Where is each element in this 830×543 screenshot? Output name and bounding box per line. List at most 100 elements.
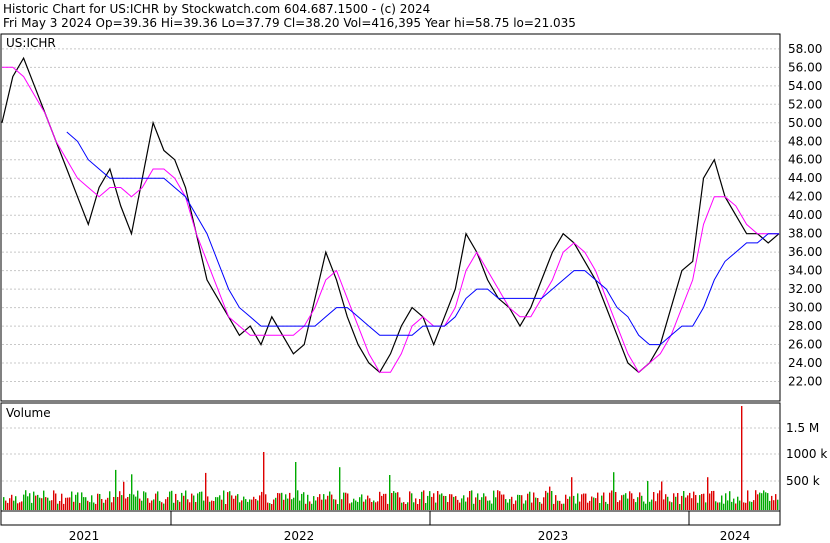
volume-bar bbox=[113, 497, 115, 510]
volume-bar bbox=[167, 497, 169, 510]
volume-bar bbox=[163, 503, 165, 510]
volume-bar bbox=[215, 497, 217, 510]
volume-bar bbox=[771, 495, 773, 510]
volume-bar bbox=[175, 493, 177, 510]
volume-bar bbox=[379, 491, 381, 510]
volume-bar bbox=[765, 492, 767, 510]
volume-bar bbox=[611, 490, 613, 510]
volume-bar bbox=[103, 502, 105, 510]
volume-bar bbox=[565, 494, 567, 510]
volume-tick-label: 1.5 M bbox=[786, 421, 819, 435]
date-axis-strip bbox=[0, 510, 781, 526]
price-panel bbox=[0, 33, 781, 402]
volume-bar bbox=[313, 496, 315, 510]
volume-bar bbox=[119, 491, 121, 510]
volume-bar bbox=[95, 503, 97, 510]
volume-bar bbox=[129, 493, 131, 510]
volume-bar bbox=[525, 500, 527, 510]
volume-bar bbox=[201, 491, 203, 510]
chart-canvas: 58.00 56.00 54.00 52.00 50.00 48.00 46.00 44.00… bbox=[0, 33, 827, 543]
volume-bar bbox=[263, 452, 265, 510]
volume-bar bbox=[597, 492, 599, 510]
volume-bar bbox=[469, 491, 471, 510]
volume-bar bbox=[53, 490, 55, 510]
volume-bar bbox=[605, 501, 607, 510]
volume-bar bbox=[717, 502, 719, 510]
volume-bar bbox=[545, 490, 547, 510]
volume-bar bbox=[231, 495, 233, 510]
volume-bar bbox=[553, 503, 555, 510]
volume-bar bbox=[507, 502, 509, 510]
volume-bar bbox=[653, 492, 655, 510]
volume-bar bbox=[413, 502, 415, 510]
volume-bar bbox=[639, 492, 641, 510]
y-tick-label: 38.00 bbox=[788, 227, 822, 241]
volume-bar bbox=[99, 494, 101, 510]
volume-bar bbox=[679, 504, 681, 510]
volume-bar bbox=[447, 502, 449, 510]
volume-bar bbox=[179, 501, 181, 510]
volume-bar bbox=[441, 493, 443, 510]
volume-bar bbox=[121, 495, 123, 510]
volume-y-axis: 1.5 M 1000 k 500 k bbox=[786, 421, 827, 488]
volume-bar bbox=[283, 499, 285, 510]
volume-bar bbox=[333, 499, 335, 510]
volume-bar bbox=[25, 490, 27, 510]
volume-bar bbox=[623, 494, 625, 510]
volume-bar bbox=[71, 491, 73, 510]
volume-bar bbox=[699, 495, 701, 510]
volume-bar bbox=[13, 500, 15, 510]
volume-bar bbox=[337, 504, 339, 510]
volume-bar bbox=[439, 494, 441, 510]
volume-bar bbox=[621, 495, 623, 510]
volume-bar bbox=[123, 481, 125, 510]
volume-bar bbox=[751, 501, 753, 510]
volume-bar bbox=[761, 493, 763, 510]
volume-bar bbox=[729, 491, 731, 510]
volume-bar bbox=[641, 495, 643, 510]
x-tick-label: 2022 bbox=[284, 529, 315, 543]
volume-bar bbox=[501, 494, 503, 510]
volume-bar bbox=[749, 501, 751, 510]
volume-bar bbox=[221, 499, 223, 510]
volume-bar bbox=[675, 496, 677, 510]
volume-bar bbox=[211, 500, 213, 510]
volume-bar bbox=[97, 493, 99, 510]
volume-bar bbox=[683, 491, 685, 510]
y-tick-label: 42.00 bbox=[788, 190, 822, 204]
volume-bar bbox=[515, 500, 517, 510]
volume-bar bbox=[713, 490, 715, 510]
volume-bar bbox=[327, 495, 329, 510]
volume-bar bbox=[235, 495, 237, 510]
volume-bar bbox=[377, 501, 379, 510]
volume-bar bbox=[307, 494, 309, 510]
volume-bar bbox=[455, 496, 457, 510]
volume-bar bbox=[635, 502, 637, 510]
volume-bar bbox=[117, 497, 119, 510]
volume-bar bbox=[147, 498, 149, 510]
volume-bar bbox=[367, 495, 369, 510]
volume-bar bbox=[35, 495, 37, 510]
volume-bar bbox=[285, 494, 287, 510]
volume-bar bbox=[255, 499, 257, 510]
volume-bar bbox=[549, 486, 551, 510]
volume-bar bbox=[317, 497, 319, 510]
y-tick-label: 40.00 bbox=[788, 208, 822, 222]
volume-bar bbox=[747, 490, 749, 510]
volume-bar bbox=[15, 496, 17, 510]
volume-bar bbox=[583, 493, 585, 510]
volume-bar bbox=[669, 501, 671, 510]
volume-tick-label: 500 k bbox=[786, 474, 820, 488]
volume-bar bbox=[493, 490, 495, 510]
volume-bar bbox=[591, 496, 593, 510]
volume-bar bbox=[233, 498, 235, 510]
volume-bar bbox=[551, 491, 553, 510]
y-tick-label: 30.00 bbox=[788, 301, 822, 315]
y-tick-label: 46.00 bbox=[788, 153, 822, 167]
volume-bar bbox=[773, 500, 775, 510]
volume-bar bbox=[497, 490, 499, 510]
volume-bar bbox=[719, 502, 721, 510]
volume-bar bbox=[193, 495, 195, 510]
volume-bar bbox=[365, 499, 367, 510]
volume-bar bbox=[467, 497, 469, 510]
